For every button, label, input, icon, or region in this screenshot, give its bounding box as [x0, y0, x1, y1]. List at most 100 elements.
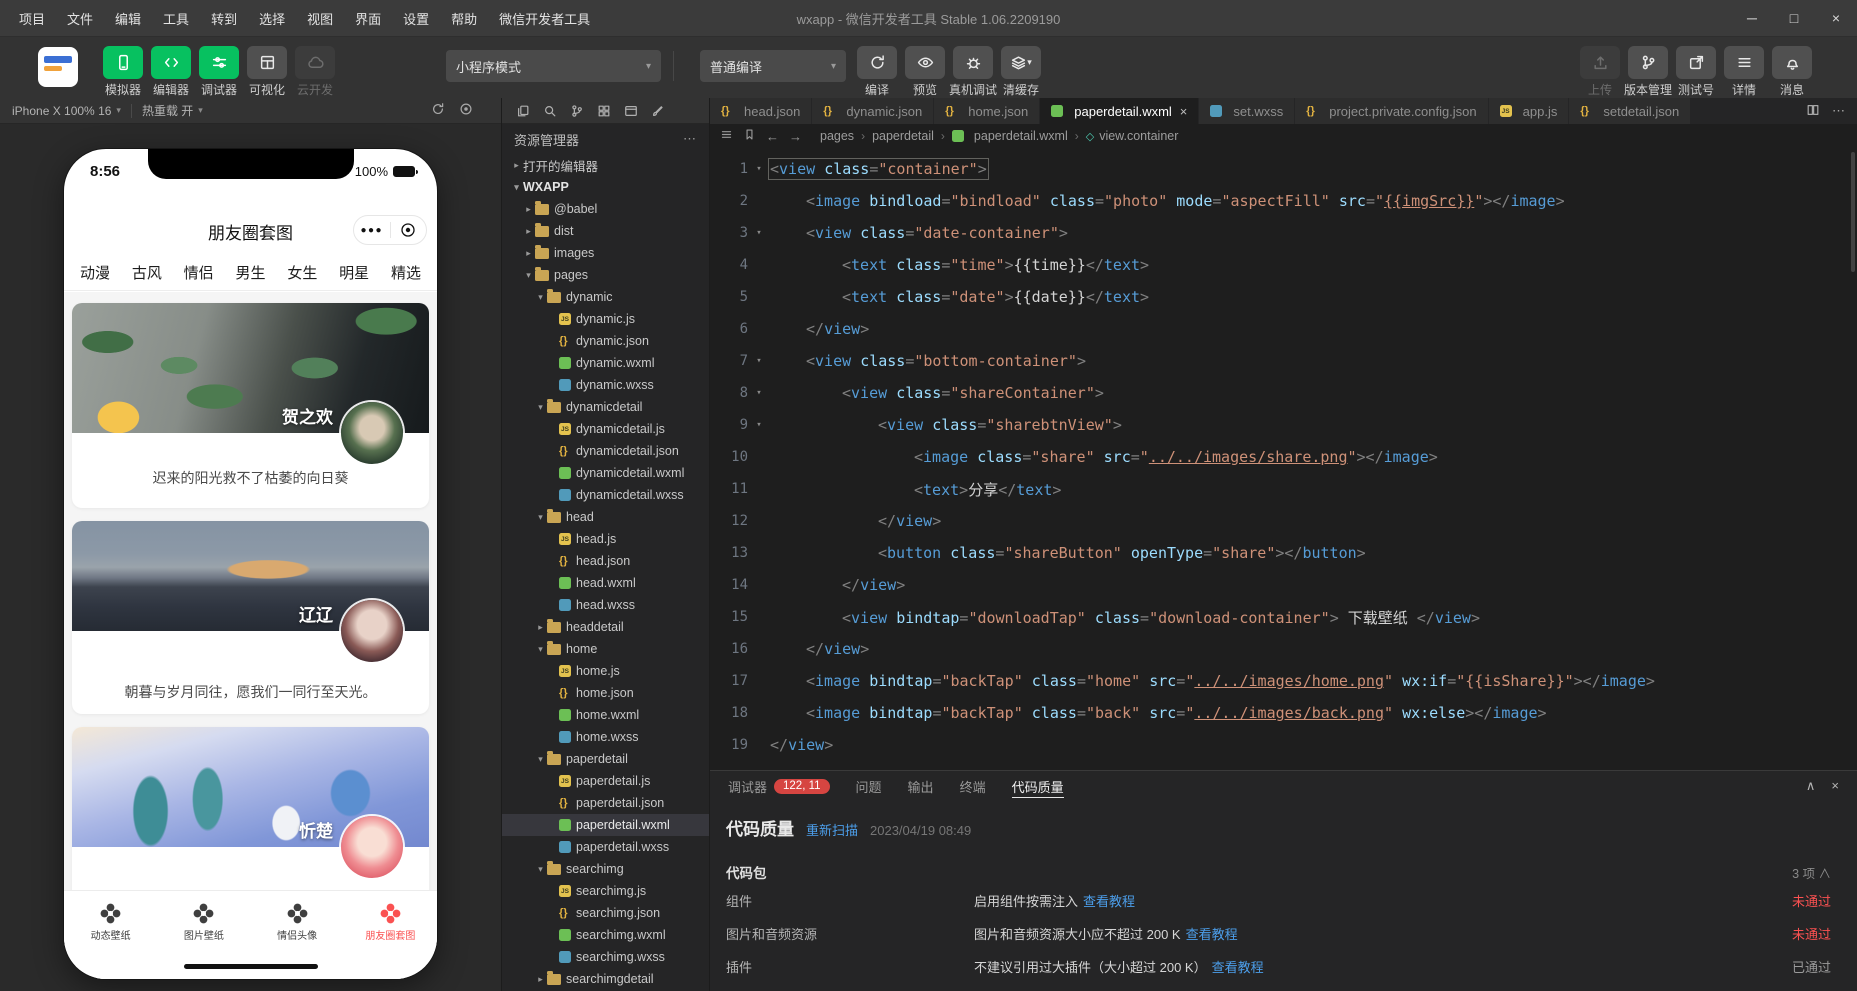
moments-card[interactable]: 贺之欢 迟来的阳光救不了枯萎的向日葵: [72, 303, 429, 508]
bookmark-icon[interactable]: [743, 128, 756, 144]
explorer-more-icon[interactable]: ⋯: [683, 131, 697, 147]
tree-item-searchimg.json[interactable]: {} searchimg.json: [502, 902, 709, 924]
编译-button[interactable]: 编译: [854, 37, 900, 98]
more-actions-icon[interactable]: ⋯: [1832, 103, 1845, 119]
tree-item-paperdetail.wxml[interactable]: paperdetail.wxml: [502, 814, 709, 836]
menu-item-界面[interactable]: 界面: [346, 5, 390, 32]
category-tab-明星[interactable]: 明星: [339, 262, 369, 283]
breadcrumb-item-paperdetail[interactable]: paperdetail: [872, 129, 934, 143]
版本管理-button[interactable]: 版本管理: [1624, 37, 1672, 98]
tree-item-dynamic[interactable]: ▾ dynamic: [502, 286, 709, 308]
split-editor-icon[interactable]: [1806, 103, 1820, 120]
panel-tab-调试器[interactable]: 调试器 122, 11: [728, 771, 830, 801]
tutorial-link[interactable]: 查看教程: [1212, 960, 1264, 975]
可视化-button[interactable]: 可视化: [244, 37, 290, 98]
menu-item-设置[interactable]: 设置: [394, 5, 438, 32]
tree-item-home[interactable]: ▾ home: [502, 638, 709, 660]
消息-button[interactable]: 消息: [1769, 37, 1815, 98]
tabbar-item-情侣头像[interactable]: 情侣头像: [251, 891, 344, 952]
tree-item-dynamic.js[interactable]: JS dynamic.js: [502, 308, 709, 330]
panel-close-icon[interactable]: ×: [1831, 778, 1839, 794]
编辑器-button[interactable]: 编辑器: [148, 37, 194, 98]
真机调试-button[interactable]: 真机调试: [949, 37, 997, 98]
tree-item-head.json[interactable]: {} head.json: [502, 550, 709, 572]
tree-item-paperdetail[interactable]: ▾ paperdetail: [502, 748, 709, 770]
tree-item-dynamicdetail.json[interactable]: {} dynamicdetail.json: [502, 440, 709, 462]
branch-icon[interactable]: [570, 104, 584, 118]
back-arrow-icon[interactable]: ←: [766, 129, 779, 144]
hot-reload-toggle[interactable]: 热重载 开 ▾: [142, 102, 203, 119]
调试器-button[interactable]: 调试器: [196, 37, 242, 98]
code-line[interactable]: 18 <image bindtap="backTap" class="back" …: [710, 697, 1857, 729]
code-line[interactable]: 9 ▾ <view class="sharebtnView">: [710, 409, 1857, 441]
codepack-section-header[interactable]: 代码包 3 项 ∧: [726, 860, 1831, 884]
tree-item-home.wxss[interactable]: home.wxss: [502, 726, 709, 748]
tree-item-打开的编辑器[interactable]: ▸ 打开的编辑器: [502, 154, 709, 176]
tree-item-head.wxss[interactable]: head.wxss: [502, 594, 709, 616]
fold-caret-icon[interactable]: ▾: [748, 420, 770, 430]
tree-item-head.js[interactable]: JS head.js: [502, 528, 709, 550]
close-tab-icon[interactable]: ×: [1180, 104, 1188, 119]
editor-tab-paperdetail.wxml[interactable]: paperdetail.wxml ×: [1040, 98, 1200, 124]
minimize-window-icon[interactable]: ─: [1731, 0, 1773, 36]
panel-tab-输出[interactable]: 输出: [908, 771, 934, 801]
brush-icon[interactable]: [651, 104, 665, 118]
tree-item-dist[interactable]: ▸ dist: [502, 220, 709, 242]
restart-icon[interactable]: [431, 102, 445, 119]
tabbar-item-图片壁纸[interactable]: 图片壁纸: [157, 891, 250, 952]
screenshot-icon[interactable]: [459, 102, 473, 119]
tree-item-dynamicdetail.js[interactable]: JS dynamicdetail.js: [502, 418, 709, 440]
清缓存-button[interactable]: ▾ 清缓存: [998, 37, 1044, 98]
code-line[interactable]: 15 <view bindtap="downloadTap" class="dow…: [710, 601, 1857, 633]
panel-tab-终端[interactable]: 终端: [960, 771, 986, 801]
fold-caret-icon[interactable]: ▾: [748, 388, 770, 398]
tree-item-headdetail[interactable]: ▸ headdetail: [502, 616, 709, 638]
avatar[interactable]: [341, 600, 403, 662]
tree-item-head[interactable]: ▾ head: [502, 506, 709, 528]
tree-item-dynamic.json[interactable]: {} dynamic.json: [502, 330, 709, 352]
menu-item-文件[interactable]: 文件: [58, 5, 102, 32]
code-line[interactable]: 5 <text class="date">{{date}}</text>: [710, 281, 1857, 313]
editor-tab-app.js[interactable]: JS app.js: [1488, 98, 1570, 124]
editor-scrollbar[interactable]: [1851, 152, 1855, 272]
tree-item-dynamicdetail.wxss[interactable]: dynamicdetail.wxss: [502, 484, 709, 506]
tree-item-dynamic.wxss[interactable]: dynamic.wxss: [502, 374, 709, 396]
menu-item-编辑[interactable]: 编辑: [106, 5, 150, 32]
tree-item-dynamicdetail.wxml[interactable]: dynamicdetail.wxml: [502, 462, 709, 484]
rescan-link[interactable]: 重新扫描: [806, 820, 858, 839]
panel-collapse-icon[interactable]: ∧: [1806, 778, 1816, 794]
editor-tab-dynamic.json[interactable]: {} dynamic.json: [812, 98, 935, 124]
breadcrumb-item-view.container[interactable]: ◇ view.container: [1086, 129, 1179, 143]
tree-item-home.wxml[interactable]: home.wxml: [502, 704, 709, 726]
files-icon[interactable]: [516, 104, 530, 118]
code-line[interactable]: 8 ▾ <view class="shareContainer">: [710, 377, 1857, 409]
tree-item-dynamic.wxml[interactable]: dynamic.wxml: [502, 352, 709, 374]
code-line[interactable]: 11 <text>分享</text>: [710, 473, 1857, 505]
tree-item-searchimg.wxml[interactable]: searchimg.wxml: [502, 924, 709, 946]
panel-tab-代码质量[interactable]: 代码质量: [1011, 771, 1064, 801]
search-icon[interactable]: [543, 104, 557, 118]
list-icon[interactable]: [720, 128, 733, 144]
editor-tab-project.private.config.json[interactable]: {} project.private.config.json: [1295, 98, 1489, 124]
home-indicator[interactable]: [183, 964, 318, 969]
code-line[interactable]: 6 </view>: [710, 313, 1857, 345]
miniprogram-capsule[interactable]: ●●●: [353, 215, 427, 245]
tree-item-pages[interactable]: ▾ pages: [502, 264, 709, 286]
category-tab-精选[interactable]: 精选: [391, 262, 421, 283]
code-editor[interactable]: 1 ▾ <view class="container"> 2 <image bindlo…: [710, 148, 1857, 770]
category-tab-情侣[interactable]: 情侣: [184, 262, 214, 283]
menu-item-选择[interactable]: 选择: [250, 5, 294, 32]
device-select[interactable]: iPhone X 100% 16 ▾: [0, 104, 121, 118]
breadcrumb-item-paperdetail.wxml[interactable]: paperdetail.wxml: [951, 129, 1068, 143]
window-icon[interactable]: [624, 104, 638, 118]
category-tab-古风[interactable]: 古风: [132, 262, 162, 283]
menu-item-工具[interactable]: 工具: [154, 5, 198, 32]
grid-icon[interactable]: [597, 104, 611, 118]
avatar[interactable]: [341, 816, 403, 878]
fold-caret-icon[interactable]: ▾: [748, 228, 770, 238]
code-line[interactable]: 13 <button class="shareButton" openType="…: [710, 537, 1857, 569]
close-window-icon[interactable]: ×: [1815, 0, 1857, 36]
tree-item-paperdetail.wxss[interactable]: paperdetail.wxss: [502, 836, 709, 858]
mode-select[interactable]: 小程序模式 ▾: [446, 50, 661, 82]
模拟器-button[interactable]: 模拟器: [100, 37, 146, 98]
